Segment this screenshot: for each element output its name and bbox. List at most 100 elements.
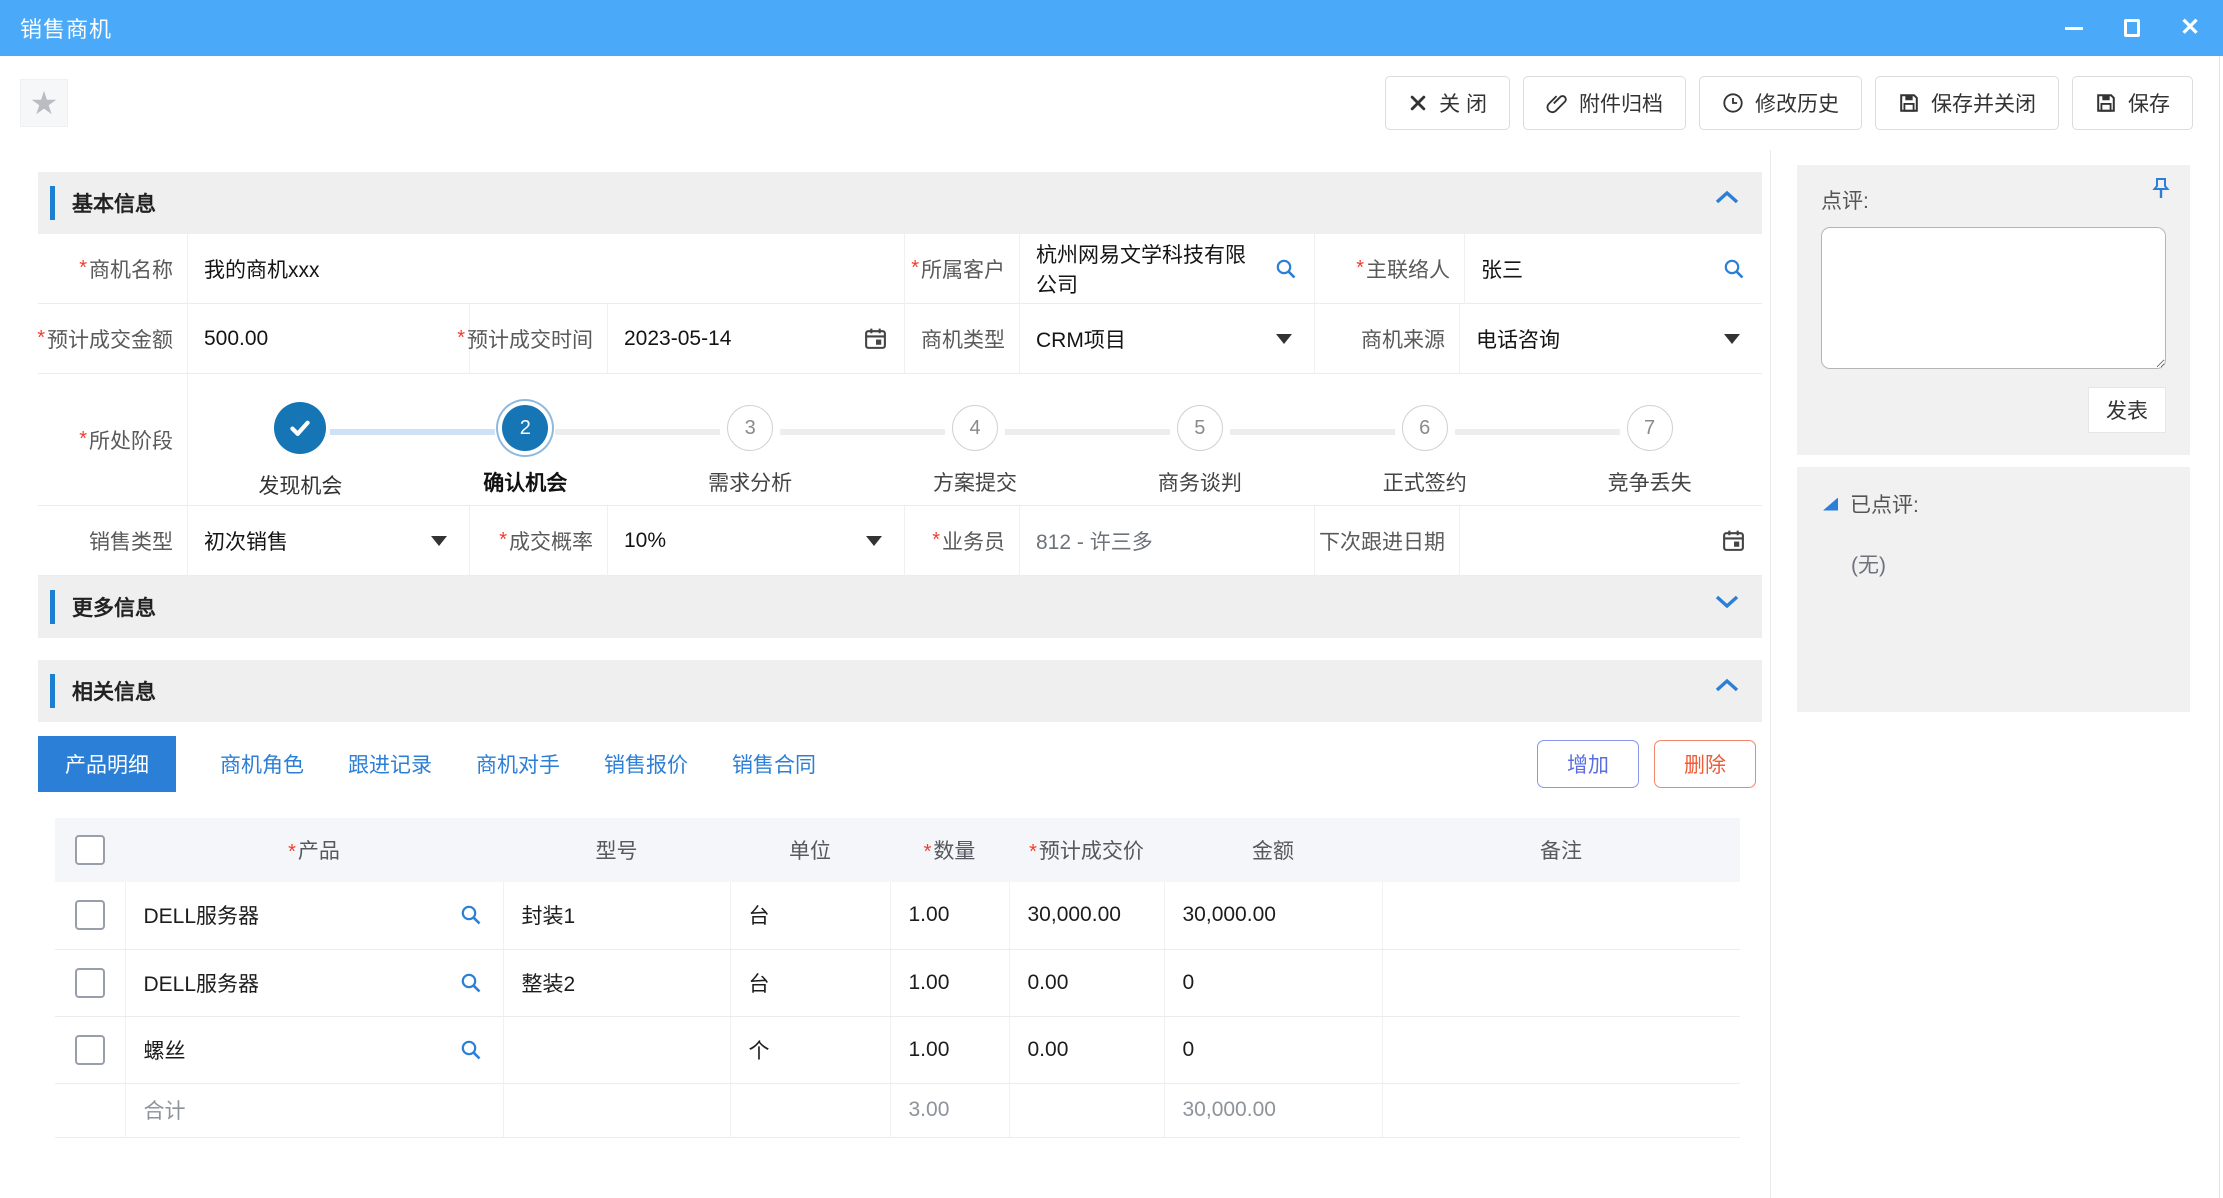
close-icon[interactable]: ✕ xyxy=(2177,15,2203,41)
chevron-down-icon[interactable] xyxy=(1714,594,1740,609)
commented-none-value: (无) xyxy=(1851,549,2164,579)
product-cell[interactable]: 螺丝 xyxy=(144,1035,186,1065)
maximize-icon[interactable] xyxy=(2119,15,2145,41)
stage-step-6-circle[interactable]: 6 xyxy=(1402,405,1448,451)
stage-step-4: 4 方案提交 xyxy=(863,393,1088,500)
model-cell[interactable]: 封装1 xyxy=(503,882,730,949)
col-unit: 单位 xyxy=(730,818,890,882)
paperclip-icon xyxy=(1546,92,1568,114)
row-checkbox[interactable] xyxy=(75,968,105,998)
select-all-checkbox[interactable] xyxy=(75,835,105,865)
qty-cell[interactable]: 1.00 xyxy=(890,1016,1009,1083)
stage-step-1-circle[interactable] xyxy=(274,402,326,454)
price-cell[interactable]: 0.00 xyxy=(1009,1016,1164,1083)
probability-label: *成交概率 xyxy=(470,506,608,576)
unit-cell[interactable]: 台 xyxy=(730,949,890,1016)
opportunity-name-label: *商机名称 xyxy=(38,234,188,304)
stage-step-3-circle[interactable]: 3 xyxy=(727,405,773,451)
next-follow-date-field[interactable] xyxy=(1460,506,1762,576)
opportunity-type-select[interactable]: CRM项目 xyxy=(1020,304,1315,374)
expected-date-value: 2023-05-14 xyxy=(624,327,855,351)
row-checkbox[interactable] xyxy=(75,1035,105,1065)
dropdown-caret-icon[interactable] xyxy=(431,536,447,546)
search-icon[interactable] xyxy=(459,971,483,995)
main-panel: 基本信息 *商机名称 我的商机xxx *所属客户 杭州网易文学科技有限公司 *主… xyxy=(38,172,1762,1138)
clock-icon xyxy=(1722,92,1744,114)
qty-cell[interactable]: 1.00 xyxy=(890,949,1009,1016)
stage-stepper: 发现机会 2 确认机会 3 需求分析 4 方案提交 5 商务谈判 xyxy=(188,374,1762,506)
model-cell[interactable]: 整装2 xyxy=(503,949,730,1016)
publish-button[interactable]: 发表 xyxy=(2088,387,2166,433)
stage-step-1: 发现机会 xyxy=(188,393,413,500)
model-cell[interactable] xyxy=(503,1016,730,1083)
comment-card: 点评: 发表 xyxy=(1797,165,2190,455)
remark-cell[interactable] xyxy=(1382,882,1740,949)
product-table: *产品 型号 单位 *数量 *预计成交价 金额 备注 DELL服务器 封装1 台… xyxy=(55,818,1740,1138)
comment-textarea[interactable] xyxy=(1821,227,2166,369)
commented-header[interactable]: 已点评: xyxy=(1823,489,2164,519)
opportunity-name-field[interactable]: 我的商机xxx xyxy=(188,234,905,304)
stage-step-5-label: 商务谈判 xyxy=(1158,467,1242,497)
close-button[interactable]: 关 闭 xyxy=(1385,76,1510,130)
tab-product-detail[interactable]: 产品明细 xyxy=(38,736,176,792)
save-button[interactable]: 保存 xyxy=(2072,76,2193,130)
triangle-icon xyxy=(1823,498,1838,511)
col-model: 型号 xyxy=(503,818,730,882)
contact-field[interactable]: 张三 xyxy=(1465,234,1762,304)
table-total-row: 合计 3.00 30,000.00 xyxy=(55,1083,1740,1137)
product-cell[interactable]: DELL服务器 xyxy=(144,968,260,998)
chevron-up-icon[interactable] xyxy=(1714,678,1740,693)
modify-history-label: 修改历史 xyxy=(1755,88,1839,118)
stage-step-3: 3 需求分析 xyxy=(638,393,863,500)
col-qty: *数量 xyxy=(890,818,1009,882)
probability-select[interactable]: 10% xyxy=(608,506,905,576)
opportunity-source-select[interactable]: 电话咨询 xyxy=(1460,304,1762,374)
stage-step-2-circle[interactable]: 2 xyxy=(502,405,548,451)
unit-cell[interactable]: 个 xyxy=(730,1016,890,1083)
section-related-info: 相关信息 xyxy=(38,660,1762,722)
search-icon[interactable] xyxy=(1274,257,1298,281)
expected-amount-field[interactable]: 500.00 xyxy=(188,304,470,374)
table-row: DELL服务器 整装2 台 1.00 0.00 0 xyxy=(55,949,1740,1016)
minimize-icon[interactable] xyxy=(2061,15,2087,41)
unit-cell[interactable]: 台 xyxy=(730,882,890,949)
stage-step-4-circle[interactable]: 4 xyxy=(952,405,998,451)
sales-type-select[interactable]: 初次销售 xyxy=(188,506,470,576)
dropdown-caret-icon[interactable] xyxy=(1276,334,1292,344)
save-and-close-button[interactable]: 保存并关闭 xyxy=(1875,76,2059,130)
dropdown-caret-icon[interactable] xyxy=(1724,334,1740,344)
price-cell[interactable]: 30,000.00 xyxy=(1009,882,1164,949)
product-cell[interactable]: DELL服务器 xyxy=(144,900,260,930)
modify-history-button[interactable]: 修改历史 xyxy=(1699,76,1862,130)
opportunity-name-value: 我的商机xxx xyxy=(204,254,888,284)
search-icon[interactable] xyxy=(459,1038,483,1062)
remark-cell[interactable] xyxy=(1382,1016,1740,1083)
tab-opportunity-role[interactable]: 商机角色 xyxy=(220,749,304,779)
price-cell[interactable]: 0.00 xyxy=(1009,949,1164,1016)
search-icon[interactable] xyxy=(459,903,483,927)
scrollbar-track[interactable] xyxy=(2219,56,2220,1198)
tab-follow-record[interactable]: 跟进记录 xyxy=(348,749,432,779)
tab-sales-contract[interactable]: 销售合同 xyxy=(732,749,816,779)
chevron-up-icon[interactable] xyxy=(1714,190,1740,205)
tab-sales-quote[interactable]: 销售报价 xyxy=(604,749,688,779)
qty-cell[interactable]: 1.00 xyxy=(890,882,1009,949)
stage-step-7-circle[interactable]: 7 xyxy=(1627,405,1673,451)
add-button[interactable]: 增加 xyxy=(1537,740,1639,788)
attachment-archive-label: 附件归档 xyxy=(1579,88,1663,118)
stage-step-5-circle[interactable]: 5 xyxy=(1177,405,1223,451)
tab-opportunity-rival[interactable]: 商机对手 xyxy=(476,749,560,779)
attachment-archive-button[interactable]: 附件归档 xyxy=(1523,76,1686,130)
expected-date-field[interactable]: 2023-05-14 xyxy=(608,304,905,374)
pin-icon[interactable] xyxy=(2150,177,2172,201)
calendar-icon[interactable] xyxy=(1721,528,1746,553)
delete-button[interactable]: 删除 xyxy=(1654,740,1756,788)
dropdown-caret-icon[interactable] xyxy=(866,536,882,546)
favorite-star-button[interactable]: ★ xyxy=(20,79,68,127)
section-accent-bar xyxy=(50,590,55,624)
remark-cell[interactable] xyxy=(1382,949,1740,1016)
customer-field[interactable]: 杭州网易文学科技有限公司 xyxy=(1020,234,1315,304)
search-icon[interactable] xyxy=(1722,257,1746,281)
calendar-icon[interactable] xyxy=(863,326,888,351)
row-checkbox[interactable] xyxy=(75,900,105,930)
